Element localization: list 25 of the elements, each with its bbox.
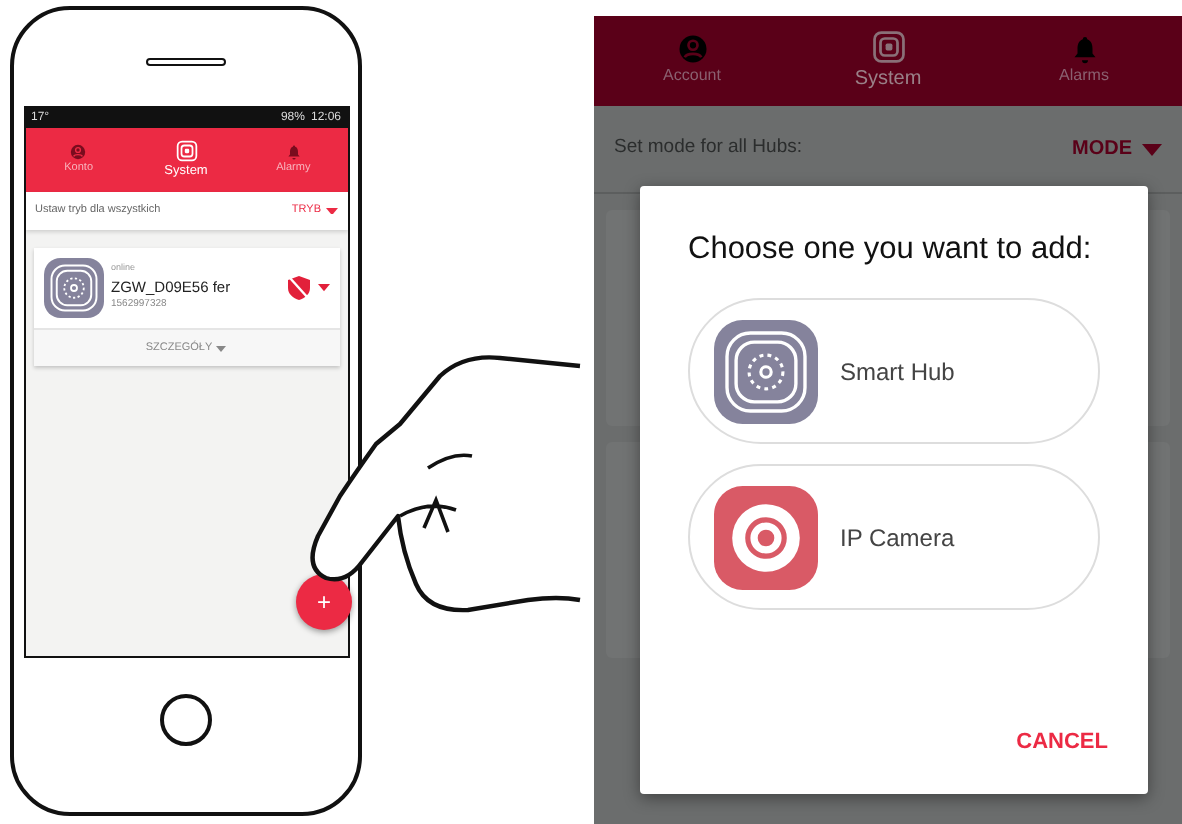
option-button[interactable]: IP Camera: [688, 464, 1100, 611]
nav-tab[interactable]: System: [790, 16, 986, 106]
caret-icon: [216, 345, 227, 351]
camera-icon: [714, 485, 818, 590]
dialog-title: Choose one you want to add:: [688, 230, 1094, 270]
shield-icon: [287, 276, 309, 300]
caret-icon: [1142, 143, 1162, 155]
caret-icon: [317, 284, 329, 292]
bell-icon: [285, 143, 302, 160]
mode-label: Set mode for all Hubs:: [614, 134, 802, 163]
nav-tab[interactable]: Alarms: [986, 16, 1182, 106]
option-button[interactable]: Smart Hub: [688, 298, 1100, 445]
hub-icon: [871, 29, 905, 63]
nav-tab[interactable]: Account: [594, 16, 790, 106]
account-icon: [677, 34, 707, 64]
speaker-slot: [146, 58, 226, 66]
account-icon: [70, 143, 87, 160]
hub-icon: [175, 139, 197, 162]
mode-dropdown[interactable]: MODE: [1072, 134, 1162, 164]
cancel-button[interactable]: CANCEL: [1016, 725, 1108, 758]
caret-icon: [325, 207, 337, 215]
home-button[interactable]: [160, 694, 212, 746]
bell-icon: [1069, 34, 1099, 64]
hub-icon: [43, 258, 103, 318]
hub-icon: [714, 319, 818, 424]
